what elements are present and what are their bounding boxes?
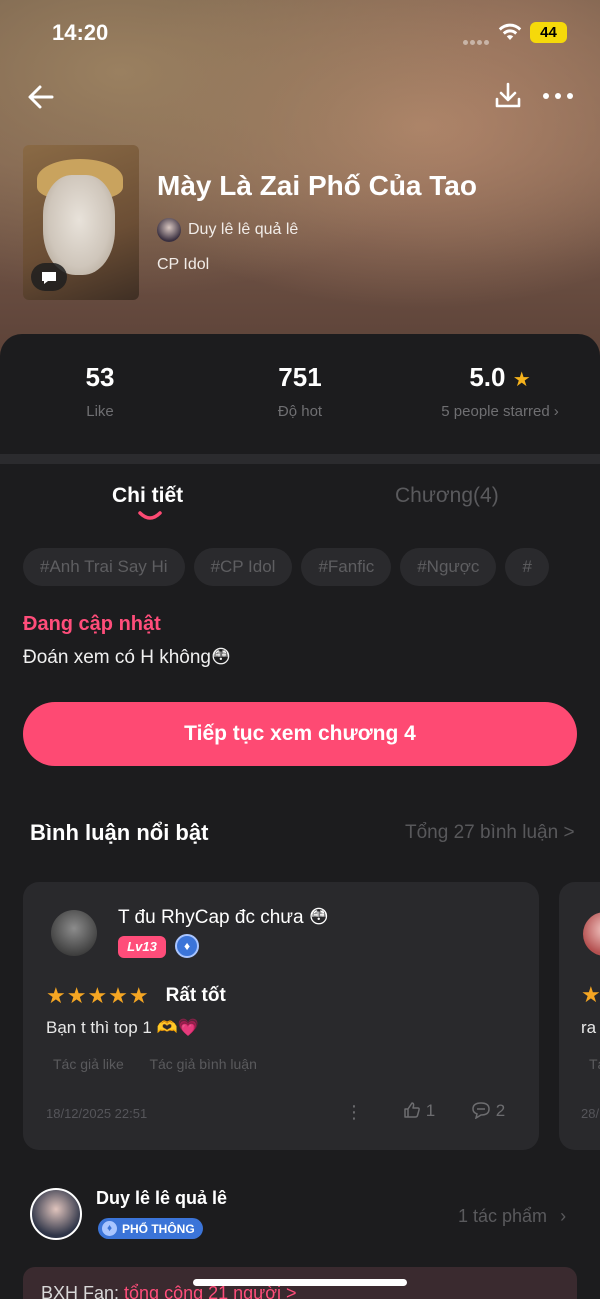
author-link[interactable]: Duy lê lê quả lê bbox=[157, 218, 298, 242]
chevron-right-icon: › bbox=[553, 403, 559, 420]
tag-list: #Anh Trai Say Hi #CP Idol #Fanfic #Ngược # bbox=[23, 548, 577, 588]
book-description: Đoán xem có H không😳 bbox=[23, 647, 231, 668]
rating-value: 5.0 bbox=[469, 362, 506, 392]
stats-row: 53 Like 751 Độ hot 5.0 ★ 5 people starre… bbox=[0, 334, 600, 454]
author-comment-tag: Tác giả bình luận bbox=[149, 1056, 257, 1072]
download-icon[interactable] bbox=[492, 80, 524, 112]
comment-bubble-icon bbox=[472, 1102, 490, 1120]
tab-detail[interactable]: Chi tiết bbox=[112, 484, 183, 508]
author-name: Duy lê lê quả lê bbox=[188, 221, 299, 238]
comments-total-link[interactable]: Tổng 27 bình luận > bbox=[405, 822, 575, 844]
continue-reading-button[interactable]: Tiếp tục xem chương 4 bbox=[23, 702, 577, 766]
commenter-name: T đu RhyCap đc chưa 😳 bbox=[118, 907, 329, 928]
comment-card[interactable]: ★ ra Tá 28/ bbox=[559, 882, 600, 1150]
author-card-name: Duy lê lê quả lê bbox=[96, 1188, 228, 1208]
thumbs-up-icon bbox=[404, 1102, 420, 1118]
comment-date: 28/ bbox=[581, 1106, 600, 1121]
section-divider bbox=[0, 454, 600, 464]
like-label: Like bbox=[86, 403, 114, 420]
chevron-right-icon: › bbox=[560, 1206, 567, 1226]
comment-card[interactable]: T đu RhyCap đc chưa 😳 Lv13 ♦ ★★★★★ Rất t… bbox=[23, 882, 539, 1150]
stat-hot: 751 Độ hot bbox=[200, 362, 400, 420]
rating-stars-icon: ★ bbox=[581, 982, 600, 1007]
tag-chip[interactable]: #Ngược bbox=[400, 548, 497, 586]
level-badge: Lv13 bbox=[118, 936, 166, 958]
book-category[interactable]: CP Idol bbox=[157, 256, 209, 274]
detail-panel: 53 Like 751 Độ hot 5.0 ★ 5 people starre… bbox=[0, 334, 600, 1299]
back-arrow-icon[interactable] bbox=[24, 80, 58, 114]
wifi-icon bbox=[498, 23, 522, 40]
hero-background: 14:20 44 Mày Là Zai Phố Của Tao Duy lê l… bbox=[0, 0, 600, 360]
diamond-icon: ♦ bbox=[102, 1221, 117, 1236]
more-vertical-icon[interactable]: ⋮ bbox=[345, 1102, 363, 1123]
book-cover[interactable] bbox=[23, 145, 139, 300]
rating-stars-icon: ★★★★★ bbox=[46, 983, 150, 1008]
tag-chip[interactable]: #Anh Trai Say Hi bbox=[23, 548, 185, 586]
status-bar: 14:20 44 bbox=[0, 0, 600, 64]
rating-count-label: 5 people starred bbox=[441, 403, 550, 420]
author-card[interactable]: Duy lê lê quả lê ♦ PHỔ THÔNG 1 tác phẩm … bbox=[0, 1180, 600, 1256]
fan-ranking-label: BXH Fan: bbox=[41, 1283, 125, 1299]
home-indicator[interactable] bbox=[193, 1279, 407, 1286]
hot-count: 751 bbox=[278, 362, 322, 392]
tag-chip[interactable]: # bbox=[505, 548, 549, 586]
comment-tags: Tác giả like Tác giả bình luận bbox=[53, 1056, 279, 1072]
comment-reply-count: 2 bbox=[495, 1101, 506, 1120]
tab-chapters[interactable]: Chương(4) bbox=[395, 484, 499, 508]
comment-date: 18/12/2025 22:51 bbox=[46, 1106, 148, 1121]
author-like-tag: Tá bbox=[589, 1056, 600, 1072]
update-status: Đang cập nhật bbox=[23, 613, 161, 635]
status-time: 14:20 bbox=[52, 20, 109, 45]
comment-rating: ★★★★★ Rất tốt bbox=[46, 983, 226, 1009]
like-count: 53 bbox=[85, 362, 115, 392]
stat-like: 53 Like bbox=[0, 362, 200, 420]
comment-like-count: 1 bbox=[425, 1101, 436, 1120]
rank-badge-icon: ♦ bbox=[175, 934, 199, 958]
author-rank-badge: ♦ PHỔ THÔNG bbox=[98, 1218, 203, 1239]
star-icon: ★ bbox=[512, 369, 531, 391]
comment-text: ra bbox=[581, 1018, 597, 1037]
comments-section-title: Bình luận nổi bật bbox=[30, 820, 209, 845]
author-works-link[interactable]: 1 tác phẩm › bbox=[458, 1206, 566, 1227]
tag-chip[interactable]: #Fanfic bbox=[301, 548, 392, 586]
author-avatar bbox=[157, 218, 181, 242]
battery-indicator: 44 bbox=[530, 22, 567, 43]
author-rank-label: PHỔ THÔNG bbox=[122, 1221, 195, 1236]
author-card-avatar[interactable] bbox=[30, 1188, 82, 1240]
comment-like-button[interactable]: 1 bbox=[403, 1101, 435, 1121]
hot-label: Độ hot bbox=[277, 403, 323, 420]
comment-text: Bạn t thì top 1 🫶💗 bbox=[46, 1018, 199, 1037]
commenter-avatar[interactable] bbox=[583, 912, 600, 956]
comment-reply-button[interactable]: 2 bbox=[471, 1101, 505, 1121]
commenter-avatar[interactable] bbox=[51, 910, 97, 956]
author-works-count: 1 tác phẩm bbox=[458, 1206, 548, 1226]
author-like-tag: Tác giả like bbox=[53, 1056, 124, 1072]
rating-label: Rất tốt bbox=[165, 985, 226, 1006]
tab-indicator bbox=[138, 511, 162, 520]
chat-bubble-icon bbox=[31, 263, 67, 291]
tag-chip[interactable]: #CP Idol bbox=[193, 548, 293, 586]
stat-rating[interactable]: 5.0 ★ 5 people starred › bbox=[400, 362, 600, 420]
more-horizontal-icon[interactable] bbox=[540, 82, 576, 110]
book-title: Mày Là Zai Phố Của Tao bbox=[157, 170, 477, 201]
cellular-signal-icon bbox=[463, 32, 491, 50]
